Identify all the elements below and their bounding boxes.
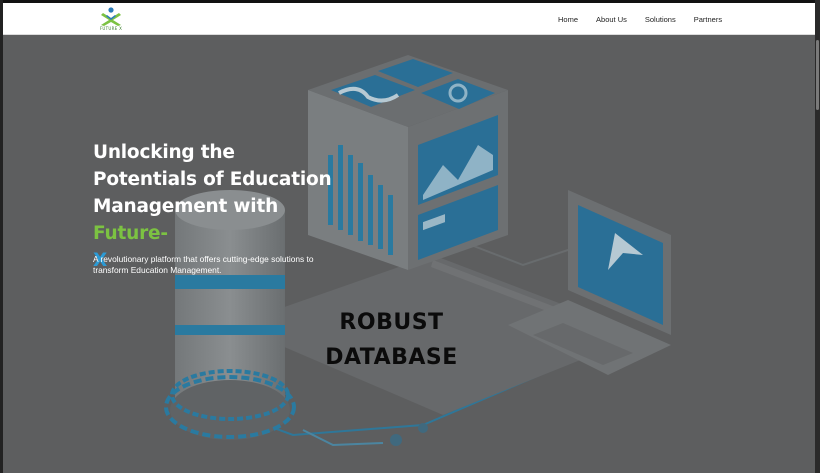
brand-name: FUTURE X bbox=[99, 26, 123, 31]
feature-caption: ROBUST DATABASE bbox=[309, 305, 474, 375]
site-header: FUTURE X Home About Us Solutions Partner… bbox=[3, 3, 815, 35]
future-x-logo-icon bbox=[101, 7, 121, 26]
feature-caption-line2: DATABASE bbox=[325, 345, 458, 370]
hero-headline-accent: Future- bbox=[93, 223, 168, 244]
feature-caption-line1: ROBUST bbox=[339, 310, 444, 335]
hero-section: Unlocking the Potentials of Education Ma… bbox=[3, 35, 815, 473]
scrollbar[interactable] bbox=[815, 0, 820, 473]
nav-partners[interactable]: Partners bbox=[694, 15, 722, 24]
nav-solutions[interactable]: Solutions bbox=[645, 15, 676, 24]
main-nav: Home About Us Solutions Partners bbox=[558, 3, 740, 35]
brand-logo[interactable]: FUTURE X bbox=[96, 6, 126, 34]
hero-headline-main: Unlocking the Potentials of Education Ma… bbox=[93, 142, 332, 217]
nav-home[interactable]: Home bbox=[558, 15, 578, 24]
hero-subtext: A revolutionary platform that offers cut… bbox=[93, 254, 314, 275]
scrollbar-thumb[interactable] bbox=[816, 40, 819, 110]
nav-about-us[interactable]: About Us bbox=[596, 15, 627, 24]
